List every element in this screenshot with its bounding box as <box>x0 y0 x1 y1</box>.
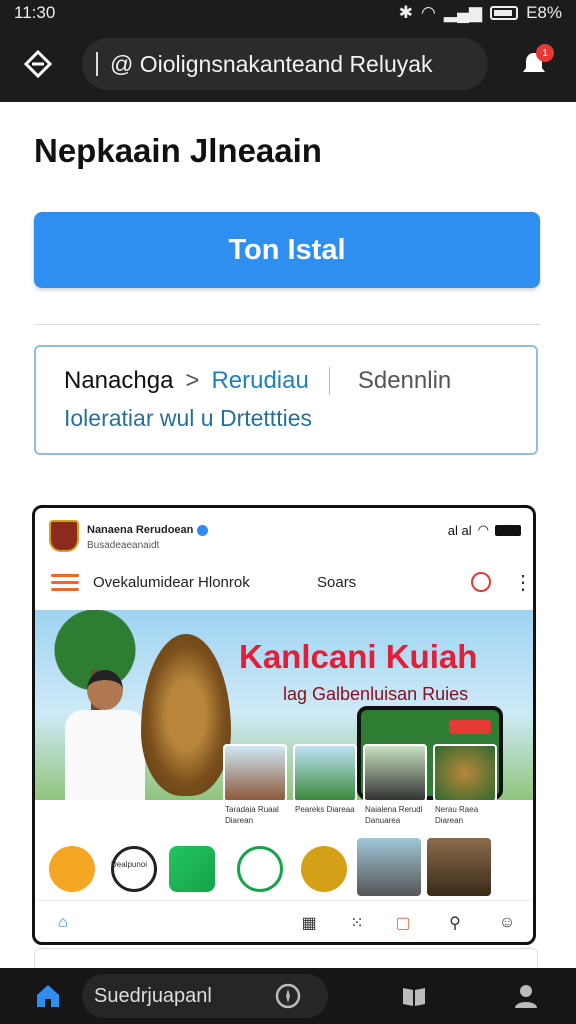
preview-nav: Ovekalumidear Hlonrok Soars ⋮ <box>35 566 533 606</box>
thumbnail-caption: Naialena Rerudl Danuarea <box>365 805 423 825</box>
bottom-search-text: Suedrjuapanl <box>94 984 212 1007</box>
thumbnail <box>363 744 427 800</box>
notification-button[interactable]: 1 <box>518 44 554 84</box>
coin-app-icon <box>49 846 95 892</box>
profile-icon: ☺ <box>498 914 516 931</box>
preview-status-icons: al al ◠ <box>448 522 521 538</box>
banner-subtitle: lag Galbenluisan Ruies <box>283 684 469 704</box>
breadcrumb: Nanachga > Rerudiau Sdennlin Ioleratiar … <box>34 345 538 455</box>
preview-wifi-icon: ◠ <box>477 522 489 537</box>
photo-thumbnail <box>357 838 421 896</box>
thumbnail-captions: Taradaia Ruaal Diarean Peareks Diareaa N… <box>225 804 499 826</box>
apps-icon: ⁙ <box>350 915 364 932</box>
menu-icon <box>51 574 79 594</box>
verified-icon <box>197 524 209 536</box>
preview-header: Nanaena Rerudoean Busadeaeanaidt al al ◠ <box>35 508 533 562</box>
thumbnail-caption: Taradaia Ruaal Diarean <box>225 805 279 825</box>
preview-nav-title: Ovekalumidear Hlonrok <box>93 574 250 591</box>
signal-icon: ▂▄▆ <box>443 3 483 22</box>
penguin-app-icon <box>111 846 157 892</box>
battery-icon <box>490 6 519 20</box>
play-app-icon <box>169 846 215 892</box>
app-caption: Dealpunoi <box>111 860 148 869</box>
preview-account-name: Nanaena Rerudoean <box>87 524 209 536</box>
compass-icon[interactable] <box>274 982 302 1010</box>
preview-signal: al al <box>447 522 472 538</box>
page-title: Nepkaain Jlneaain <box>34 132 322 169</box>
status-icons: ✱ ◠ ▂▄▆ E8% <box>399 3 562 23</box>
thumbnail-caption: Peareks Diareaa <box>295 805 355 814</box>
preview-account-text: Nanaena Rerudoean <box>87 524 194 536</box>
breadcrumb-subtitle[interactable]: Ioleratiar wul u Drtettties <box>64 405 312 432</box>
home-icon: ⌂ <box>58 914 68 931</box>
thumbnail-row <box>223 744 497 800</box>
home-nav-icon[interactable] <box>34 982 62 1010</box>
navigation-diamond-icon[interactable] <box>20 46 56 82</box>
preview-tab-bar: ⌂ ▦ ⁙ ▢ ⚲ ☺ <box>35 900 533 942</box>
browser-toolbar: @ Oiolignsnakanteand Reluyak 1 <box>0 26 576 102</box>
more-icon: ⋮ <box>513 572 533 594</box>
seal-app-icon <box>301 846 347 892</box>
bottom-navigation: Suedrjuapanl <box>0 968 576 1024</box>
breadcrumb-divider <box>328 367 330 395</box>
book-icon[interactable] <box>400 982 428 1010</box>
battery-level: E8% <box>526 3 562 22</box>
banner-title: Kanlcani Kuiah <box>239 638 478 675</box>
next-card-edge <box>34 948 538 968</box>
search-icon: ⚲ <box>449 915 461 932</box>
thumbnail-caption: Nerau Raea Diarean <box>435 805 479 825</box>
breadcrumb-home[interactable]: Nanachga <box>64 367 173 395</box>
profile-nav-icon[interactable] <box>512 982 540 1010</box>
preview-notification-icon <box>471 572 491 592</box>
breadcrumb-current[interactable]: Rerudiau <box>211 367 308 395</box>
breadcrumb-row: Nanachga > Rerudiau Sdennlin <box>64 367 451 395</box>
preview-battery-icon <box>495 524 521 536</box>
breadcrumb-extra[interactable]: Sdennlin <box>358 367 451 395</box>
store-icon: ▦ <box>301 915 317 932</box>
person-image <box>65 670 145 800</box>
bluetooth-icon: ✱ <box>398 3 414 22</box>
divider <box>34 324 540 325</box>
green-logo-app-icon <box>237 846 283 892</box>
url-input[interactable]: @ Oiolignsnakanteand Reluyak <box>82 38 488 90</box>
status-time: 11:30 <box>14 3 56 22</box>
url-text: @ Oiolignsnakanteand Reluyak <box>110 50 433 77</box>
app-preview-screenshot[interactable]: Nanaena Rerudoean Busadeaeanaidt al al ◠… <box>32 505 536 945</box>
preview-account-sub: Busadeaeanaidt <box>87 540 160 551</box>
emblem-logo <box>49 520 79 552</box>
thumbnail <box>433 744 497 800</box>
text-caret <box>96 52 98 76</box>
breadcrumb-separator: > <box>185 367 200 394</box>
thumbnail <box>293 744 357 800</box>
preview-nav-search: Soars <box>317 574 357 591</box>
photo-thumbnail <box>427 838 491 896</box>
thumbnail <box>223 744 287 800</box>
status-bar: 11:30 ✱ ◠ ▂▄▆ E8% <box>0 0 576 26</box>
chat-icon: ▢ <box>395 915 411 932</box>
wifi-icon: ◠ <box>421 3 436 22</box>
preview-banner: Kanlcani Kuiah lag Galbenluisan Ruies <box>35 610 533 800</box>
install-button[interactable]: Ton Istal <box>34 212 540 288</box>
notification-badge: 1 <box>536 44 554 62</box>
